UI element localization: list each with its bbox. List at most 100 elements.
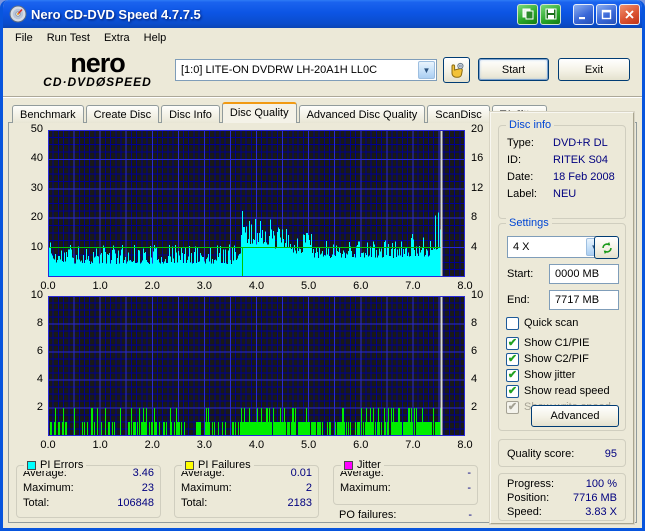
jitter-panel: Jitter Average: - Maximum: - [333,459,478,505]
maximize-button[interactable] [596,3,617,25]
position-label: Position: [507,492,550,504]
position-value: 7716 MB [572,492,617,504]
tab-strip: Benchmark Create Disc Disc Info Disc Qua… [12,102,549,123]
menu-help[interactable]: Help [137,30,174,46]
jitter-color-swatch [344,460,353,470]
pie-y-axis-left: 10 20 30 40 50 [19,123,45,277]
axis-tick-label: 8 [471,211,478,224]
axis-tick-label: 2 [471,401,478,413]
stat-value: - [467,482,471,494]
checkbox-box[interactable]: ✔ [506,368,519,382]
stat-value: 2183 [287,497,312,509]
scan-speed-value: 4 X [513,241,530,253]
jitter-title: Jitter [357,459,381,471]
copy-icon [522,8,533,20]
close-icon [625,9,634,19]
pif-y-axis-left: 2 4 6 8 10 [19,289,45,436]
axis-tick-label: 16 [471,152,484,165]
stat-value: 3.46 [132,467,154,479]
axis-tick-label: 10 [30,240,43,253]
checkbox-box: ✔ [506,400,519,414]
save-button[interactable] [540,3,561,25]
axis-tick-label: 8 [36,317,43,329]
floppy-disk-icon [545,8,556,20]
quality-score-group: Quality score: 95 [498,439,626,467]
checkbox-show-c1-pie[interactable]: ✔ Show C1/PIE [506,336,589,350]
quality-score-label: Quality score: [507,448,575,460]
title-bar[interactable]: Nero CD-DVD Speed 4.7.7.5 [3,0,642,28]
stat-label: Maximum: [181,482,232,494]
axis-tick-label: 20 [30,211,43,224]
stat-value: 0.01 [290,467,312,479]
pif-x-axis: 0.0 1.0 2.0 3.0 4.0 5.0 6.0 7.0 8.0 [40,439,472,452]
disc-info-title: Disc info [506,119,555,131]
tab-create-disc[interactable]: Create Disc [85,105,160,123]
axis-tick-label: 7.0 [405,439,421,451]
checkbox-label: Show read speed [524,385,610,397]
tab-disc-quality[interactable]: Disc Quality [221,102,297,123]
pie-x-axis: 0.0 1.0 2.0 3.0 4.0 5.0 6.0 7.0 8.0 [40,280,472,293]
speed-value: 3.83 X [585,506,617,518]
stat-label: Maximum: [23,482,74,494]
pi-errors-panel: PI Errors Average: 3.46 Maximum: 23 Total:… [16,459,161,518]
refresh-button[interactable] [594,236,619,259]
menu-bar: File Run Test Extra Help [3,28,642,48]
disc-info-label: Date: [507,171,534,183]
copy-to-clipboard-button[interactable] [517,3,538,25]
axis-tick-label: 3.0 [196,280,213,292]
exit-button[interactable]: Exit [558,58,630,81]
axis-tick-label: 30 [30,181,43,194]
axis-tick-label: 6 [471,345,478,357]
checkbox-show-c2-pif[interactable]: ✔ Show C2/PIF [506,352,589,366]
stat-label: Total: [181,497,208,509]
axis-tick-label: 5.0 [300,280,317,292]
checkbox-quick-scan[interactable]: Quick scan [506,316,578,330]
checkbox-label: Quick scan [524,317,579,329]
menu-file[interactable]: File [8,30,40,46]
app-window: Nero CD-DVD Speed 4.7.7.5 File Run Test … [0,0,645,531]
end-position-input[interactable] [549,290,619,310]
checkbox-box[interactable]: ✔ [506,384,519,398]
axis-tick-label: 2.0 [144,280,160,292]
app-icon [9,5,27,23]
tab-benchmark[interactable]: Benchmark [12,105,84,123]
disc-info-label: Type: [507,137,534,149]
checkbox-label: Show C1/PIE [524,337,590,349]
checkbox-label: Show C2/PIF [524,353,589,365]
start-position-input[interactable] [549,264,619,284]
axis-tick-label: 2 [36,401,43,413]
pi-failures-color-swatch [185,460,194,470]
axis-tick-label: 7.0 [405,280,421,292]
checkbox-box[interactable] [506,316,519,330]
pi-errors-color-swatch [27,460,36,470]
tab-scandisc[interactable]: ScanDisc [427,105,490,123]
nero-logo-text: nero [70,48,126,78]
axis-tick-label: 10 [471,289,484,301]
menu-run-test[interactable]: Run Test [40,30,97,46]
axis-tick-label: 4 [471,373,478,385]
tab-advanced-disc-quality[interactable]: Advanced Disc Quality [298,105,426,123]
drive-selector[interactable]: [1:0] LITE-ON DVDRW LH-20A1H LL0C ▼ [175,59,437,81]
axis-tick-label: 4.0 [248,280,265,292]
checkbox-show-jitter[interactable]: ✔ Show jitter [506,368,575,382]
pi-errors-title: PI Errors [40,459,84,471]
axis-tick-label: 50 [30,123,43,135]
axis-tick-label: 4 [471,240,478,253]
speed-select-button[interactable] [443,57,470,83]
chevron-down-icon[interactable]: ▼ [418,61,435,79]
checkbox-show-read-speed[interactable]: ✔ Show read speed [506,384,610,398]
close-button[interactable] [619,3,640,25]
disc-info-label: Label: [507,188,537,200]
advanced-button[interactable]: Advanced [531,405,619,427]
tab-disc-info[interactable]: Disc Info [161,105,220,123]
stat-value: 2 [305,482,312,494]
status-group: Progress: 100 % Position: 7716 MB Speed: 3.… [498,473,626,521]
checkbox-box[interactable]: ✔ [506,352,519,366]
minimize-button[interactable] [573,3,594,25]
toolbar: nero CD·DVDØSPEED [1:0] LITE-ON DVDRW LH… [3,48,642,97]
menu-extra[interactable]: Extra [97,30,137,46]
scan-speed-select[interactable]: 4 X ▼ [507,236,605,258]
checkbox-box[interactable]: ✔ [506,336,519,350]
disc-info-value: 18 Feb 2008 [553,171,615,183]
start-button[interactable]: Start [478,58,549,81]
